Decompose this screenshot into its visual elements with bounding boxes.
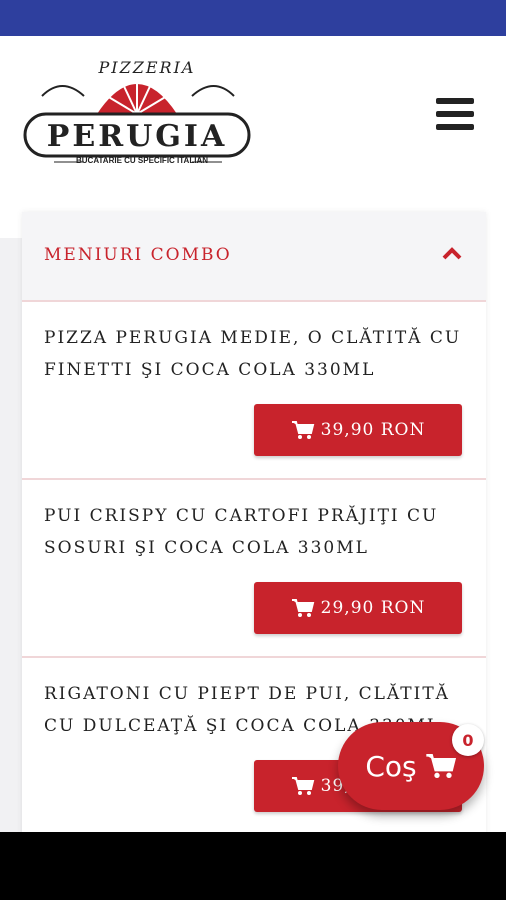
side-gutter [0, 238, 22, 838]
add-to-cart-button[interactable]: 29,90 RON [254, 582, 462, 634]
chevron-up-icon[interactable] [440, 242, 464, 266]
logo-script: PIZZERIA [98, 58, 196, 77]
cart-icon [425, 754, 456, 778]
logo[interactable]: PIZZERIA PERUGIA BUCATARIE CU SPECIFIC I… [22, 56, 254, 168]
cart-icon [291, 421, 314, 439]
logo-tagline: BUCATARIE CU SPECIFIC ITALIAN [76, 156, 208, 165]
logo-name-text: PERUGIA [47, 119, 227, 154]
accordion-header-meniuri-combo[interactable]: MENIURI COMBO [22, 212, 486, 302]
header: PIZZERIA PERUGIA BUCATARIE CU SPECIFIC I… [0, 36, 506, 212]
status-bar [0, 0, 506, 36]
item-description: PUI CRISPY CU CARTOFI PRĂJIŢI CU SOSURI … [44, 506, 439, 558]
cart-icon [291, 599, 314, 617]
list-item: PIZZA PERUGIA MEDIE, O CLĂTITĂ CU FINETT… [22, 302, 486, 480]
list-item: PUI CRISPY CU CARTOFI PRĂJIŢI CU SOSURI … [22, 480, 486, 658]
item-description: PIZZA PERUGIA MEDIE, O CLĂTITĂ CU FINETT… [44, 328, 462, 380]
add-to-cart-button[interactable]: 39,90 RON [254, 404, 462, 456]
hamburger-icon[interactable] [436, 98, 474, 132]
section-title: MENIURI COMBO [44, 245, 232, 265]
price-label: 29,90 RON [320, 598, 426, 618]
cart-icon [291, 777, 314, 795]
cart-count-badge: 0 [452, 724, 484, 756]
system-nav-bar [0, 832, 506, 900]
logo-name: PERUGIA [22, 116, 252, 156]
price-label: 39,90 RON [320, 420, 426, 440]
cart-label: Coş [365, 749, 417, 783]
